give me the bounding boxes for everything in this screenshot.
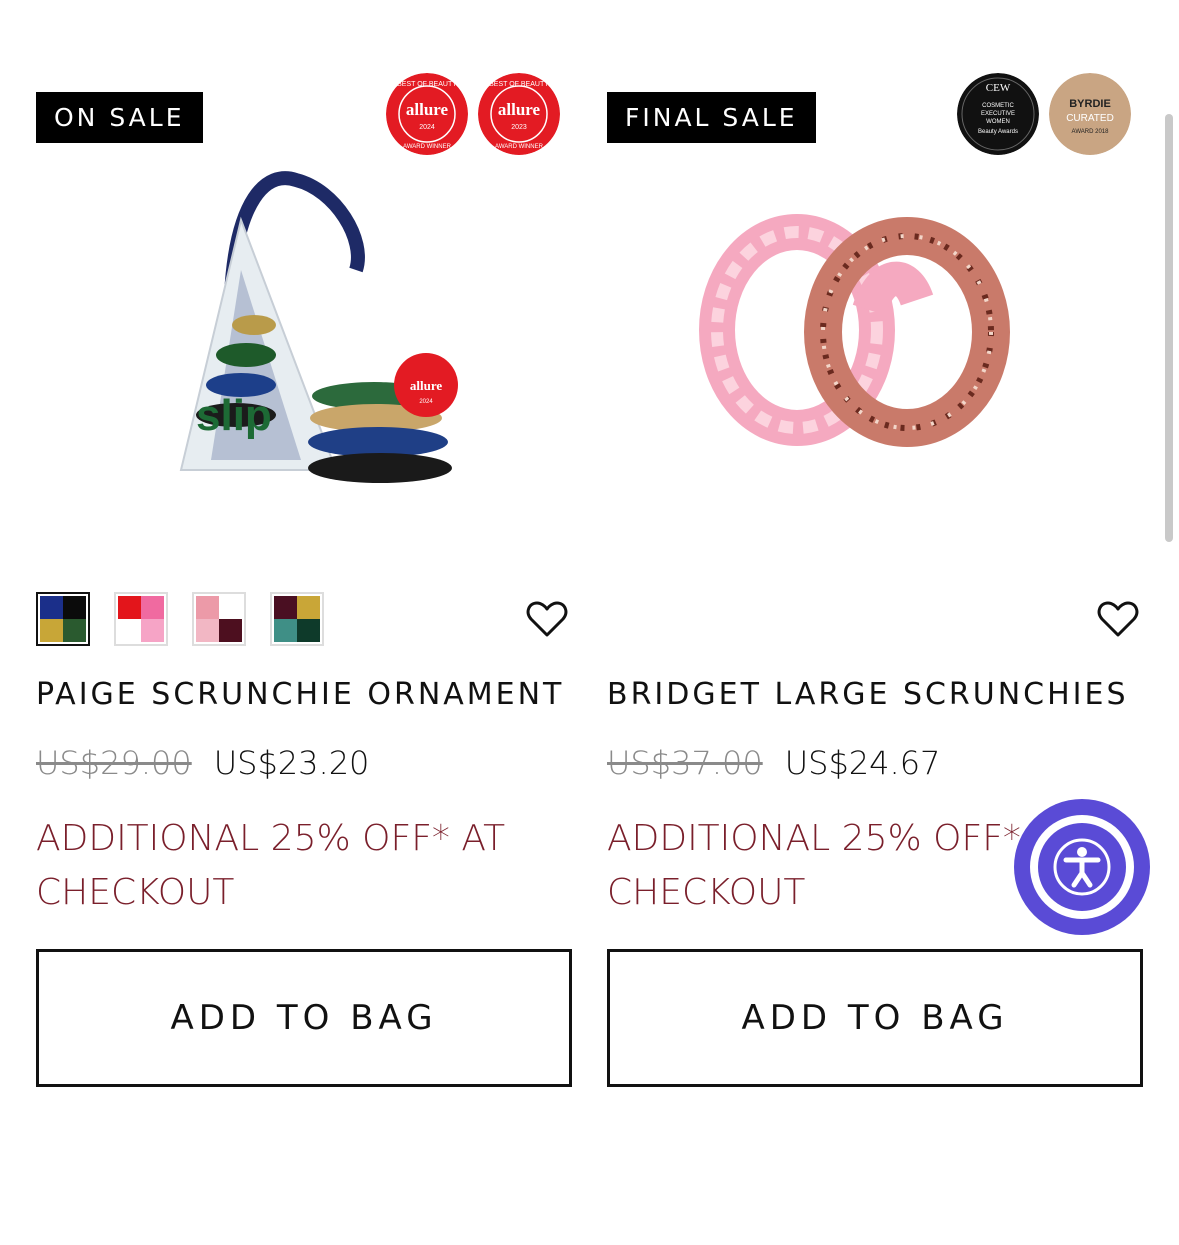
heart-outline-icon[interactable] — [526, 600, 568, 638]
badge-year: 2023 — [511, 124, 527, 131]
cew-award-badge: CEW COSMETIC EXECUTIVE WOMEN Beauty Awar… — [957, 73, 1039, 155]
product-title[interactable]: PAIGE SCRUNCHIE ORNAMENT — [36, 674, 572, 716]
mini-badge-year: 2024 — [419, 399, 433, 405]
color-swatches — [607, 592, 1143, 648]
product-media[interactable]: ON SALE BEST OF BEAUTY allure 2024 AWARD… — [36, 60, 572, 590]
color-swatch[interactable] — [192, 592, 246, 646]
scrollbar[interactable] — [1165, 114, 1173, 542]
byrdie-award-badge: BYRDIE CURATED AWARD 2018 — [1049, 73, 1131, 155]
svg-text:Beauty Awards: Beauty Awards — [978, 129, 1018, 135]
product-media[interactable]: FINAL SALE CEW COSMETIC EXECUTIVE WOMEN … — [607, 60, 1143, 590]
badge-brand: BYRDIE — [1069, 98, 1111, 110]
original-price: US$37.00 — [607, 744, 763, 782]
product-card: FINAL SALE CEW COSMETIC EXECUTIVE WOMEN … — [607, 60, 1143, 920]
price-row: US$37.00 US$24.67 — [607, 744, 1143, 782]
badge-sub: AWARD WINNER — [403, 144, 452, 150]
large-scrunchies-image[interactable] — [607, 160, 1143, 520]
badge-brand: allure — [498, 100, 541, 119]
price-row: US$29.00 US$23.20 — [36, 744, 572, 782]
add-to-bag-button[interactable]: ADD TO BAG — [607, 949, 1143, 1087]
svg-text:EXECUTIVE: EXECUTIVE — [981, 111, 1015, 117]
badge-ring-text: BEST OF BEAUTY — [489, 81, 549, 88]
badge-sub: AWARD WINNER — [495, 144, 544, 150]
sale-price: US$23.20 — [213, 744, 370, 782]
product-title[interactable]: BRIDGET LARGE SCRUNCHIES — [607, 674, 1143, 716]
slip-logo-text: slip — [196, 391, 272, 440]
promo-text: ADDITIONAL 25% OFF* AT CHECKOUT — [36, 818, 506, 913]
heart-outline-icon[interactable] — [1097, 600, 1139, 638]
product-card: ON SALE BEST OF BEAUTY allure 2024 AWARD… — [36, 60, 572, 920]
color-swatch[interactable] — [114, 592, 168, 646]
svg-text:WOMEN: WOMEN — [986, 119, 1010, 125]
scrunchie-ornament-image[interactable]: slip allure 2024 — [36, 160, 572, 520]
accessibility-icon — [1038, 823, 1126, 911]
allure-award-badge: BEST OF BEAUTY allure 2024 AWARD WINNER — [386, 73, 468, 155]
badge-year: 2024 — [419, 124, 435, 131]
original-price: US$29.00 — [36, 744, 192, 782]
color-swatch-selected[interactable] — [36, 592, 90, 646]
add-to-bag-button[interactable]: ADD TO BAG — [36, 949, 572, 1087]
sale-price: US$24.67 — [784, 744, 941, 782]
sale-tag: FINAL SALE — [607, 92, 816, 143]
allure-award-badge: BEST OF BEAUTY allure 2023 AWARD WINNER — [478, 73, 560, 155]
award-badges: BEST OF BEAUTY allure 2024 AWARD WINNER … — [386, 73, 560, 155]
badge-brand: allure — [406, 100, 449, 119]
color-swatches — [36, 592, 572, 648]
svg-text:AWARD 2018: AWARD 2018 — [1072, 129, 1110, 135]
sale-tag: ON SALE — [36, 92, 203, 143]
svg-text:COSMETIC: COSMETIC — [982, 103, 1014, 109]
badge-ring-text: BEST OF BEAUTY — [397, 81, 457, 88]
award-badges: CEW COSMETIC EXECUTIVE WOMEN Beauty Awar… — [957, 73, 1131, 155]
accessibility-button[interactable] — [1014, 799, 1150, 935]
color-swatch[interactable] — [270, 592, 324, 646]
mini-badge-brand: allure — [410, 378, 442, 393]
badge-brand: CEW — [986, 82, 1011, 94]
svg-text:CURATED: CURATED — [1066, 113, 1114, 124]
